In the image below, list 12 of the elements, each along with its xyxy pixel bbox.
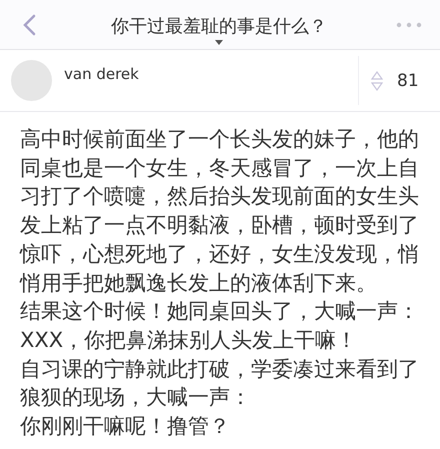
answer-paragraph: 自习课的宁静就此打破，学委凑过来看到了狼狈的现场，大喊一声： [20,356,420,412]
answer-paragraph: 高中时候前面坐了一个长头发的妹子，他的同桌也是一个女生，冬天感冒了，一次上自习打了个喷嚏，然后抬头发现前面的女生头发上粘了一点不明黏液，卧槽，顿时受到了惊吓，心想死地了，还好，女生没发现，悄悄用手把她飘逸长发上的液体刮下来。 [20,126,420,297]
caret-icon[interactable] [215,40,223,45]
question-title: 你干过最羞耻的事是什么？ [111,15,327,38]
more-icon[interactable] [396,22,422,28]
vote-arrows-icon[interactable] [371,70,383,92]
author-name[interactable]: van derek [64,65,139,111]
avatar[interactable] [11,60,52,101]
answer-paragraph: 结果这个时候！她同桌回头了，大喊一声： [20,298,420,326]
answer-paragraph: 你刚刚干嘛呢！撸管？ [20,413,231,440]
answer-paragraph: XXX，你把鼻涕抹别人头发上干嘛！ [20,326,358,354]
vote-count: 81 [397,70,419,90]
